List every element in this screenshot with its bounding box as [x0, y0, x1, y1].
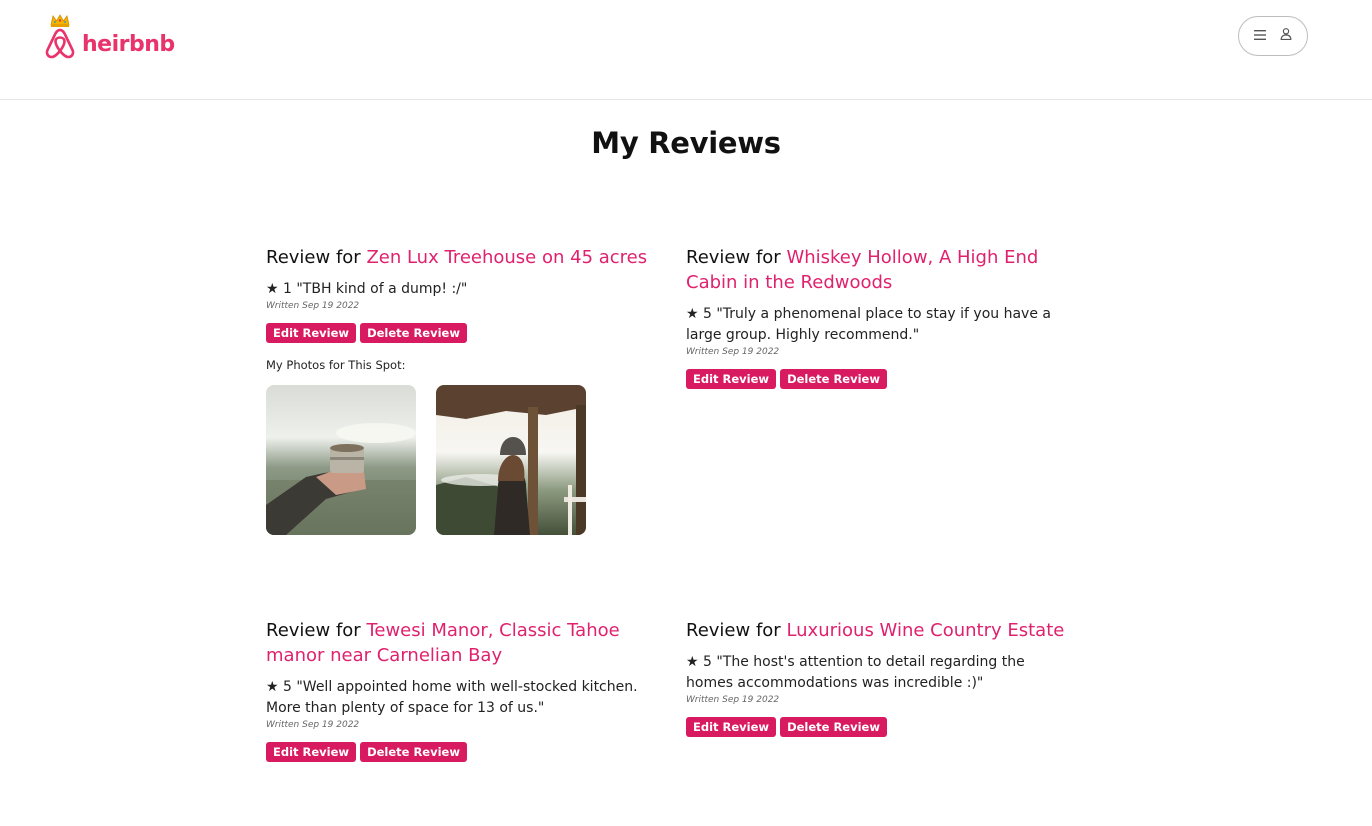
review-actions: Edit Review Delete Review — [266, 323, 656, 343]
review-card: Review for Zen Lux Treehouse on 45 acres… — [266, 245, 656, 535]
review-actions: Edit Review Delete Review — [266, 742, 656, 762]
delete-review-button[interactable]: Delete Review — [780, 369, 887, 389]
review-heading: Review for Tewesi Manor, Classic Tahoe m… — [266, 618, 656, 668]
review-rating-text: ★ 1 "TBH kind of a dump! :/" — [266, 281, 468, 297]
review-card: Review for Tewesi Manor, Classic Tahoe m… — [266, 618, 656, 762]
hamburger-icon — [1254, 27, 1266, 45]
brand-name: heirbnb — [82, 32, 175, 57]
top-navigation-bar: heirbnb — [0, 0, 1372, 100]
review-for-label: Review for — [686, 620, 781, 641]
review-for-label: Review for — [266, 620, 361, 641]
review-date: Written Sep 19 2022 — [686, 347, 780, 357]
review-for-label: Review for — [266, 247, 361, 268]
review-card: Review for Whiskey Hollow, A High End Ca… — [686, 245, 1076, 389]
review-photos — [266, 385, 656, 535]
edit-review-button[interactable]: Edit Review — [686, 369, 777, 389]
edit-review-button[interactable]: Edit Review — [266, 323, 357, 343]
home-logo-link[interactable]: heirbnb — [44, 13, 175, 59]
person-on-porch-photo[interactable] — [436, 385, 586, 535]
review-actions: Edit Review Delete Review — [686, 717, 1076, 737]
user-menu-button[interactable] — [1238, 16, 1308, 56]
review-date: Written Sep 19 2022 — [266, 301, 360, 311]
review-rating-text: ★ 5 "Well appointed home with well-stock… — [266, 679, 638, 716]
review-actions: Edit Review Delete Review — [686, 369, 1076, 389]
review-rating-text: ★ 5 "The host's attention to detail rega… — [686, 654, 1025, 691]
delete-review-button[interactable]: Delete Review — [780, 717, 887, 737]
page-title: My Reviews — [591, 126, 781, 160]
review-heading: Review for Luxurious Wine Country Estate — [686, 618, 1076, 643]
spot-link[interactable]: Luxurious Wine Country Estate — [786, 620, 1064, 641]
user-icon — [1280, 27, 1292, 45]
spot-link[interactable]: Zen Lux Treehouse on 45 acres — [366, 247, 647, 268]
review-for-label: Review for — [686, 247, 781, 268]
review-heading: Review for Whiskey Hollow, A High End Ca… — [686, 245, 1076, 295]
review-rating-text: ★ 5 "Truly a phenomenal place to stay if… — [686, 306, 1051, 343]
airbnb-crown-logo-icon — [44, 13, 76, 59]
edit-review-button[interactable]: Edit Review — [266, 742, 357, 762]
review-heading: Review for Zen Lux Treehouse on 45 acres — [266, 245, 656, 270]
photos-label: My Photos for This Spot: — [266, 358, 406, 372]
review-date: Written Sep 19 2022 — [266, 720, 360, 730]
delete-review-button[interactable]: Delete Review — [360, 323, 467, 343]
delete-review-button[interactable]: Delete Review — [360, 742, 467, 762]
review-date: Written Sep 19 2022 — [686, 695, 780, 705]
hand-holding-cup-photo[interactable] — [266, 385, 416, 535]
review-card: Review for Luxurious Wine Country Estate… — [686, 618, 1076, 737]
edit-review-button[interactable]: Edit Review — [686, 717, 777, 737]
